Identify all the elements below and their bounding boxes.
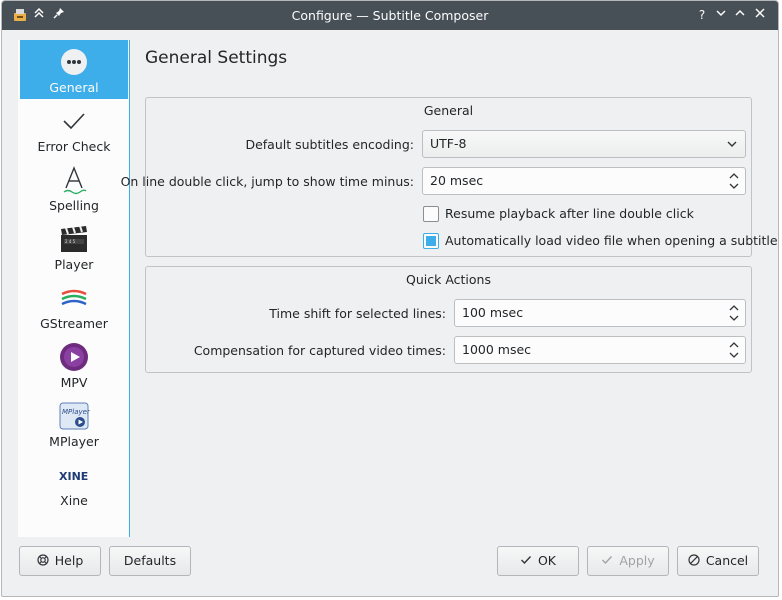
general-group: General Default subtitles encoding: UTF-…: [121, 97, 778, 257]
mplayer-icon: MPlayer: [58, 400, 91, 432]
configure-window: Configure — Subtitle Composer ? General …: [1, 0, 779, 597]
maximize-icon[interactable]: [732, 7, 748, 23]
jump-time-label: On line double click, jump to show time …: [120, 174, 414, 189]
cancel-button[interactable]: Cancel: [677, 546, 759, 576]
time-shift-value: 100 msec: [462, 305, 524, 320]
encoding-combobox[interactable]: UTF-8: [422, 130, 746, 158]
time-shift-spinbox[interactable]: 100 msec: [454, 299, 746, 327]
sidebar-item-player[interactable]: 2 4 5 Player: [20, 217, 128, 276]
sidebar-item-label: GStreamer: [40, 316, 108, 331]
cancel-icon: [688, 547, 700, 575]
sidebar-item-label: Spelling: [49, 198, 99, 213]
spin-arrows-icon[interactable]: [729, 171, 739, 191]
sidebar-item-mpv[interactable]: MPV: [20, 335, 128, 394]
clapperboard-icon: 2 4 5: [58, 223, 90, 255]
window-title: Configure — Subtitle Composer: [291, 8, 489, 23]
sidebar-item-label: Player: [54, 257, 94, 272]
autoload-video-label[interactable]: Automatically load video file when openi…: [445, 233, 778, 248]
spelling-icon: [58, 164, 90, 196]
time-shift-label: Time shift for selected lines:: [269, 306, 446, 321]
sidebar-item-gstreamer[interactable]: GStreamer: [20, 276, 128, 335]
mpv-icon: [58, 341, 90, 373]
autoload-video-checkbox[interactable]: [423, 233, 439, 249]
spin-arrows-icon[interactable]: [729, 340, 739, 360]
resume-playback-checkbox[interactable]: [423, 206, 439, 222]
config-sidebar: General Error Check Spelling 2 4 5 Playe…: [18, 40, 130, 537]
close-icon[interactable]: [752, 7, 768, 23]
quick-actions-group: Quick Actions Time shift for selected li…: [145, 266, 752, 373]
lifebuoy-icon: [37, 547, 49, 575]
sidebar-item-label: Xine: [60, 493, 88, 508]
gstreamer-icon: [58, 282, 90, 314]
dots-icon: [58, 46, 90, 78]
svg-text:MPlayer: MPlayer: [62, 408, 90, 416]
help-button-label: Help: [54, 553, 84, 568]
help-question-icon[interactable]: ?: [694, 7, 710, 23]
apply-button-label: Apply: [619, 553, 655, 568]
compensation-value: 1000 msec: [462, 342, 532, 357]
sidebar-item-label: MPlayer: [49, 434, 99, 449]
check-icon: [520, 547, 532, 575]
defaults-button[interactable]: Defaults: [109, 546, 191, 576]
group-title: General: [423, 103, 474, 118]
resume-playback-label[interactable]: Resume playback after line double click: [445, 206, 694, 221]
encoding-value: UTF-8: [430, 136, 467, 151]
xine-icon: XINE: [58, 459, 90, 491]
encoding-label: Default subtitles encoding:: [245, 137, 414, 152]
jump-time-value: 20 msec: [430, 173, 484, 188]
title-bar[interactable]: Configure — Subtitle Composer ?: [2, 1, 778, 30]
compensation-label: Compensation for captured video times:: [193, 343, 446, 358]
page-title: General Settings: [145, 48, 288, 68]
svg-text:XINE: XINE: [59, 470, 88, 483]
minimize-icon[interactable]: [713, 7, 729, 23]
apply-button[interactable]: Apply: [587, 546, 669, 576]
sidebar-item-label: General: [49, 80, 99, 95]
defaults-button-label: Defaults: [123, 553, 177, 568]
group-title: Quick Actions: [406, 272, 491, 287]
svg-text:2 4 5: 2 4 5: [65, 239, 76, 244]
ok-button-label: OK: [537, 553, 557, 568]
sidebar-item-general[interactable]: General: [20, 40, 128, 99]
sidebar-item-label: Error Check: [37, 139, 111, 154]
ok-button[interactable]: OK: [497, 546, 579, 576]
jump-time-spinbox[interactable]: 20 msec: [422, 167, 746, 195]
compensation-spinbox[interactable]: 1000 msec: [454, 336, 746, 364]
check-icon: [601, 547, 613, 575]
sidebar-item-label: MPV: [60, 375, 88, 390]
help-button[interactable]: Help: [19, 546, 101, 576]
checkmark-icon: [58, 105, 90, 137]
spin-arrows-icon[interactable]: [729, 303, 739, 323]
sidebar-item-mplayer[interactable]: MPlayer MPlayer: [20, 394, 128, 453]
sidebar-item-error-check[interactable]: Error Check: [20, 99, 128, 158]
sidebar-item-spelling[interactable]: Spelling: [20, 158, 128, 217]
chevron-down-icon: [727, 131, 737, 166]
cancel-button-label: Cancel: [705, 553, 749, 568]
sidebar-item-xine[interactable]: XINE Xine: [20, 453, 128, 512]
